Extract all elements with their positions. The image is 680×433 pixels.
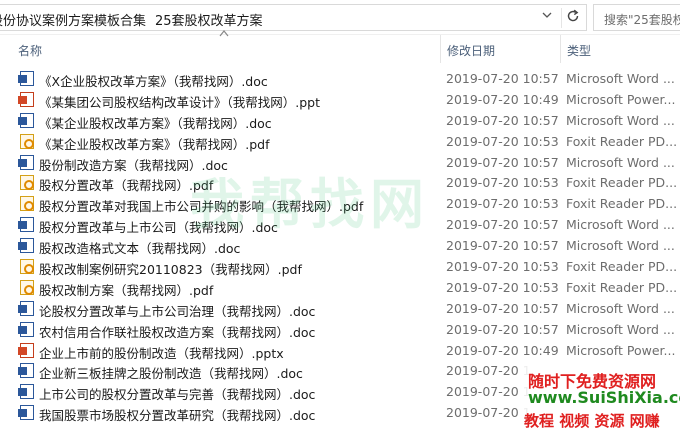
file-row[interactable]: 股权改制案例研究20110823（我帮找网）.pdf 2019-07-20 10:… [0, 256, 680, 277]
file-row[interactable]: 农村信用合作联社股权改造方案（我帮找网）.doc 2019-07-20 10:57… [0, 319, 680, 340]
file-row[interactable]: 股权改制方案（我帮找网）.pdf 2019-07-20 10:53 Foxit Re… [0, 277, 680, 298]
word-doc-icon [18, 384, 34, 400]
file-modified-date: 2019-07-20 1 [446, 384, 531, 400]
word-doc-icon [18, 405, 34, 421]
file-modified-date: 2019-07-20 1 [446, 363, 531, 379]
watermark-badge: 随时下免费资源网 www.SuiShiXia.com 教程 视频 资源 网赚 [520, 364, 680, 433]
pdf-icon [20, 196, 34, 212]
powerpoint-icon [18, 91, 34, 107]
file-modified-date: 2019-07-20 1 [446, 405, 531, 421]
file-type: Microsoft Power... [566, 342, 676, 358]
breadcrumb-separator[interactable]: › [137, 10, 142, 24]
powerpoint-icon [18, 342, 34, 358]
file-type: Microsoft Word ... [566, 321, 675, 337]
file-type: Foxit Reader PD... [566, 259, 678, 275]
file-type: Microsoft Word ... [566, 154, 675, 170]
file-name[interactable]: 《某企业股权改革方案》（我帮找网）.doc [39, 113, 272, 132]
file-row[interactable]: 《某企业股权改革方案》（我帮找网）.doc 2019-07-20 10:57 Mic… [0, 110, 680, 131]
file-type: Foxit Reader PD... [566, 279, 678, 295]
file-type: Foxit Reader PD... [566, 196, 678, 212]
pdf-icon [20, 175, 34, 191]
watermark-line3: 教程 视频 资源 网赚 [524, 412, 660, 430]
file-row[interactable]: 《X企业股权改革方案》（我帮找网）.doc 2019-07-20 10:57 Mic… [0, 68, 680, 89]
file-name[interactable]: 企业上市前的股份制改造（我帮找网）.pptx [39, 343, 284, 362]
file-name[interactable]: 《某集团公司股权结构改革设计》（我帮找网）.ppt [39, 92, 320, 111]
file-modified-date: 2019-07-20 10:53 [446, 259, 559, 275]
address-bar-row: 股份协议案例方案模板合集 › 25套股权改革方案 搜索"25套股权... [0, 0, 680, 35]
file-type: Microsoft Word ... [566, 71, 675, 86]
file-name[interactable]: 股权改制案例研究20110823（我帮找网）.pdf [39, 259, 302, 278]
column-header-type[interactable]: 类型 [560, 35, 680, 63]
file-modified-date: 2019-07-20 10:49 [446, 91, 559, 107]
breadcrumb-current-folder[interactable]: 25套股权改革方案 [155, 10, 263, 29]
pdf-icon [20, 259, 34, 275]
file-row[interactable]: 《某集团公司股权结构改革设计》（我帮找网）.ppt 2019-07-20 10:4… [0, 89, 680, 110]
file-modified-date: 2019-07-20 10:57 [446, 71, 559, 86]
file-name[interactable]: 股权改制方案（我帮找网）.pdf [39, 280, 213, 299]
file-name[interactable]: 股权改造格式文本（我帮找网）.doc [39, 238, 240, 257]
file-modified-date: 2019-07-20 10:49 [446, 342, 559, 358]
word-doc-icon [18, 112, 34, 128]
file-name[interactable]: 《某企业股权改革方案》（我帮找网）.pdf [39, 134, 270, 153]
word-doc-icon [18, 321, 34, 337]
file-type: Foxit Reader PD... [566, 175, 678, 191]
file-modified-date: 2019-07-20 10:53 [446, 133, 559, 149]
file-modified-date: 2019-07-20 10:57 [446, 321, 559, 337]
file-name[interactable]: 我国股票市场股权分置改革研究（我帮找网）.doc [39, 405, 315, 424]
file-type: Microsoft Word ... [566, 217, 675, 233]
file-row[interactable]: 企业上市前的股份制改造（我帮找网）.pptx 2019-07-20 10:49 Mi… [0, 340, 680, 361]
watermark-line2: www.SuiShiXia.com [528, 388, 680, 407]
pdf-icon [20, 133, 34, 149]
word-doc-icon [18, 154, 34, 170]
refresh-icon[interactable] [561, 8, 583, 28]
file-row[interactable]: 《某企业股权改革方案》（我帮找网）.pdf 2019-07-20 10:53 Fox… [0, 131, 680, 152]
word-doc-icon [18, 238, 34, 254]
file-modified-date: 2019-07-20 10:57 [446, 217, 559, 233]
file-name[interactable]: 企业新三板挂牌之股份制改造（我帮找网）.doc [39, 363, 303, 382]
column-header-name[interactable]: 名称 [18, 35, 440, 63]
file-type: Microsoft Power... [566, 91, 676, 107]
file-modified-date: 2019-07-20 10:53 [446, 279, 559, 295]
chevron-down-icon[interactable] [538, 9, 556, 27]
file-name[interactable]: 《X企业股权改革方案》（我帮找网）.doc [39, 71, 268, 90]
file-name[interactable]: 股权分置改革（我帮找网）.pdf [39, 175, 213, 194]
file-type: Microsoft Word ... [566, 300, 675, 316]
file-modified-date: 2019-07-20 10:57 [446, 300, 559, 316]
file-modified-date: 2019-07-20 10:57 [446, 238, 559, 254]
file-modified-date: 2019-07-20 10:53 [446, 196, 559, 212]
word-doc-icon [18, 71, 34, 86]
address-bar[interactable]: 股份协议案例方案模板合集 › 25套股权改革方案 [0, 4, 587, 31]
pdf-icon [20, 279, 34, 295]
file-modified-date: 2019-07-20 10:57 [446, 112, 559, 128]
word-doc-icon [18, 300, 34, 316]
watermark-center: 我帮找网 [190, 173, 430, 236]
file-row[interactable]: 论股权分置改革与上市公司治理（我帮找网）.doc 2019-07-20 10:57… [0, 298, 680, 319]
file-name[interactable]: 上市公司的股权分置改革与完善（我帮找网）.doc [39, 384, 315, 403]
word-doc-icon [18, 363, 34, 379]
file-modified-date: 2019-07-20 10:57 [446, 154, 559, 170]
word-doc-icon [18, 217, 34, 233]
file-type: Microsoft Word ... [566, 112, 675, 128]
file-name[interactable]: 农村信用合作联社股权改造方案（我帮找网）.doc [39, 322, 315, 341]
file-type: Foxit Reader PD... [566, 133, 678, 149]
search-placeholder: 搜索"25套股权... [604, 13, 680, 27]
file-type: Microsoft Word ... [566, 238, 675, 254]
file-modified-date: 2019-07-20 10:53 [446, 175, 559, 191]
breadcrumb-parent-folder[interactable]: 股份协议案例方案模板合集 [0, 10, 146, 29]
file-name[interactable]: 论股权分置改革与上市公司治理（我帮找网）.doc [39, 301, 315, 320]
column-header-date[interactable]: 修改日期 [440, 35, 560, 63]
search-input[interactable]: 搜索"25套股权... [593, 4, 680, 31]
